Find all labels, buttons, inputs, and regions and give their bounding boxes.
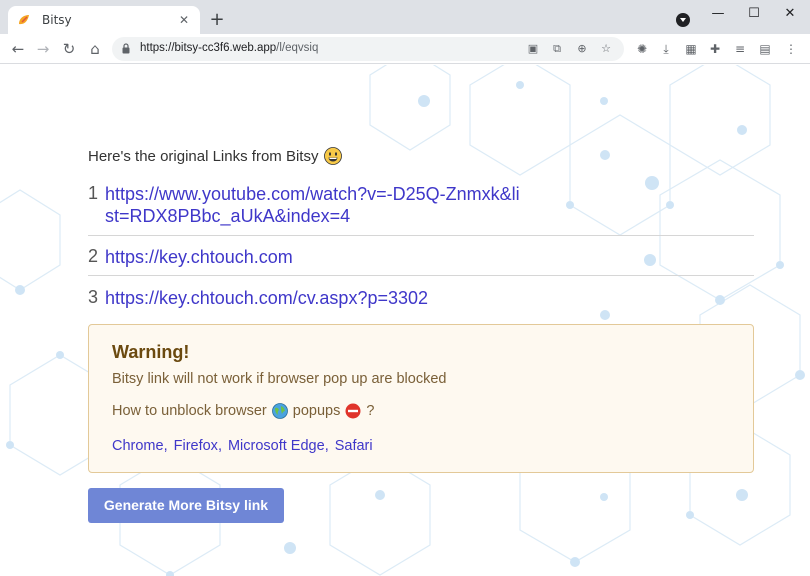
home-icon[interactable]: ⌂ bbox=[83, 37, 107, 61]
warning-message: Bitsy link will not work if browser pop … bbox=[112, 371, 447, 387]
globe-icon bbox=[271, 403, 288, 419]
browser-help-links: Chrome, Firefox, Microsoft Edge, Safari bbox=[112, 438, 379, 454]
puzzle-extensions-icon[interactable]: ✚ bbox=[707, 41, 723, 57]
maximize-icon[interactable]: ☐ bbox=[739, 3, 769, 25]
generate-more-button[interactable]: Generate More Bitsy link bbox=[88, 488, 284, 523]
original-link[interactable]: https://key.chtouch.com bbox=[105, 246, 525, 268]
link-number: 2 bbox=[88, 246, 99, 266]
extension-icon[interactable]: ✺ bbox=[634, 41, 650, 57]
edge-link[interactable]: Microsoft Edge, bbox=[228, 438, 329, 454]
url-text: https://bitsy-cc3f6.web.app/l/eqvsiq bbox=[140, 42, 319, 54]
reload-icon[interactable]: ↻ bbox=[57, 37, 81, 61]
warning-title: Warning! bbox=[112, 342, 190, 362]
tab-bitsy[interactable]: Bitsy ✕ bbox=[8, 6, 200, 34]
forward-icon[interactable]: → bbox=[31, 37, 55, 61]
translate-icon[interactable]: ⧉ bbox=[549, 41, 565, 57]
qr-code-icon[interactable]: ▦ bbox=[683, 41, 699, 57]
link-number: 3 bbox=[88, 287, 99, 307]
bookmark-star-icon[interactable]: ☆ bbox=[598, 41, 614, 57]
media-control-icon[interactable]: ≡ bbox=[732, 41, 748, 57]
link-item: 2 https://key.chtouch.com bbox=[88, 246, 754, 268]
profile-avatar-icon[interactable]: ▤ bbox=[757, 41, 773, 57]
tab-strip: Bitsy ✕ + — ☐ ✕ bbox=[0, 0, 810, 34]
window-close-icon[interactable]: ✕ bbox=[775, 3, 805, 25]
back-icon[interactable]: ← bbox=[6, 37, 30, 61]
link-number: 1 bbox=[88, 183, 99, 203]
tab-title: Bitsy bbox=[42, 13, 72, 27]
new-tab-button[interactable]: + bbox=[206, 9, 228, 31]
original-link[interactable]: https://key.chtouch.com/cv.aspx?p=3302 bbox=[105, 287, 525, 309]
link-divider bbox=[88, 235, 754, 236]
intro-text: Here's the original Links from Bitsy bbox=[88, 147, 319, 165]
link-divider bbox=[88, 275, 754, 276]
safari-link[interactable]: Safari bbox=[335, 438, 373, 454]
address-bar[interactable]: https://bitsy-cc3f6.web.app/l/eqvsiq ▣ ⧉… bbox=[112, 37, 624, 61]
chrome-link[interactable]: Chrome, bbox=[112, 438, 168, 454]
warning-box: Warning! Bitsy link will not work if bro… bbox=[88, 324, 754, 473]
link-item: 3 https://key.chtouch.com/cv.aspx?p=3302 bbox=[88, 287, 754, 309]
link-item: 1 https://www.youtube.com/watch?v=-D25Q-… bbox=[88, 183, 754, 227]
browser-toolbar: ← → ↻ ⌂ https://bitsy-cc3f6.web.app/l/eq… bbox=[0, 34, 810, 64]
bitsy-favicon-icon bbox=[19, 15, 29, 25]
tab-search-icon[interactable] bbox=[676, 13, 690, 27]
lock-icon bbox=[122, 43, 130, 54]
menu-kebab-icon[interactable]: ⋮ bbox=[783, 41, 799, 57]
popup-blocked-icon[interactable]: ▣ bbox=[525, 41, 541, 57]
page-viewport: Here's the original Links from Bitsy 1 h… bbox=[0, 65, 810, 576]
original-link[interactable]: https://www.youtube.com/watch?v=-D25Q-Zn… bbox=[105, 183, 525, 227]
close-icon[interactable]: ✕ bbox=[176, 13, 192, 27]
firefox-link[interactable]: Firefox, bbox=[174, 438, 222, 454]
download-icon[interactable]: ⤓ bbox=[658, 41, 674, 57]
intro-heading: Here's the original Links from Bitsy bbox=[88, 147, 343, 165]
zoom-icon[interactable]: ⊕ bbox=[574, 41, 590, 57]
grinning-face-icon bbox=[324, 147, 343, 165]
no-entry-icon bbox=[345, 403, 361, 419]
minimize-icon[interactable]: — bbox=[703, 3, 733, 25]
unblock-instructions: How to unblock browser popups ? bbox=[112, 403, 375, 419]
